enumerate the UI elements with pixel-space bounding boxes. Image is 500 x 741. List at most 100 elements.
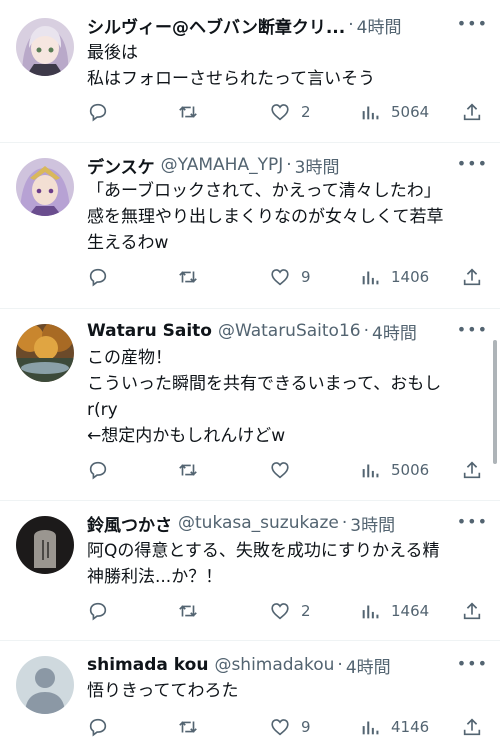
display-name[interactable]: デンスケ [87,153,155,178]
retweet-icon [179,106,197,118]
tweet-actions: 9 4146 [87,713,488,741]
heart-icon [271,104,289,121]
tweet-text-line: 「あーブロックされて、かえって清々したわ」 [87,181,441,201]
retweet-button[interactable] [177,98,209,126]
share-button[interactable] [461,713,483,741]
retweet-button[interactable] [177,713,209,741]
views-button[interactable]: 5006 [359,456,429,484]
share-button[interactable] [461,456,483,484]
views-bar-chart-icon [362,464,379,478]
views-button[interactable]: 1464 [359,597,429,625]
display-name[interactable]: shimada kou [87,655,208,675]
like-count: 2 [301,602,311,620]
more-options-icon[interactable]: ••• [457,654,488,673]
reply-icon [89,268,107,287]
tweet-text: この産物！ こういった瞬間を共有できるいまって、おもし r(ry ←想定内かもし… [87,345,486,449]
tweet-text: 「あーブロックされて、かえって清々したわ」 感を無理やり出しまくりなのが女々しく… [87,178,486,256]
retweet-icon [179,721,197,733]
user-handle[interactable]: @shimadakou [214,655,334,675]
tweet[interactable]: shimada kou @shimadakou · 4時間 ••• 悟りきってて… [0,640,500,737]
timestamp[interactable]: 4時間 [357,13,402,38]
view-count: 4146 [391,718,430,736]
share-icon [463,461,481,479]
retweet-button[interactable] [177,263,209,291]
reply-button[interactable] [87,456,119,484]
share-button[interactable] [461,263,483,291]
like-button[interactable]: 9 [269,713,311,741]
views-button[interactable]: 4146 [359,713,429,741]
more-options-icon[interactable]: ••• [457,512,488,531]
reply-button[interactable] [87,713,119,741]
view-count: 5064 [391,103,430,121]
like-button[interactable] [269,456,301,484]
timestamp[interactable]: 4時間 [346,653,391,678]
tweet[interactable]: シルヴィー@ヘブバン断章クリ... · 4時間 ••• 最後は 私はフォローさせ… [0,0,500,143]
avatar[interactable] [16,324,74,382]
like-button[interactable]: 2 [269,597,311,625]
reply-button[interactable] [87,263,119,291]
separator-dot: · [341,513,348,533]
avatar[interactable] [16,656,74,714]
reply-icon [89,602,107,621]
view-count: 1464 [391,602,430,620]
tweet[interactable]: Wataru Saito @WataruSaito16 · 4時間 ••• この… [0,308,500,501]
avatar[interactable] [16,18,74,76]
tweet-text-line: 生えるわw [87,233,169,253]
tweet-header: Wataru Saito @WataruSaito16 · 4時間 [87,318,488,344]
tweet-text-line: 私はフォローさせられたって言いそう [87,69,376,89]
tweet[interactable]: 鈴風つかさ @tukasa_suzukaze · 3時間 ••• 阿Qの得意とす… [0,500,500,641]
tweet-text-line: 感を無理やり出しまくりなのが女々しくて若草 [87,207,444,227]
tweet-actions: 2 5064 [87,98,488,126]
reply-button[interactable] [87,597,119,625]
display-name[interactable]: Wataru Saito [87,321,212,341]
reply-button[interactable] [87,98,119,126]
more-options-icon[interactable]: ••• [457,14,488,33]
user-handle[interactable]: @YAMAHA_YPJ [161,155,284,175]
display-name[interactable]: 鈴風つかさ [87,511,172,536]
tweet-text-line: こういった瞬間を共有できるいまって、おもし [87,374,442,394]
timestamp[interactable]: 3時間 [295,153,340,178]
views-bar-chart-icon [362,271,379,285]
tweet-text: 阿Qの得意とする、失敗を成功にすりかえる精 神勝利法...か？！ [87,538,486,590]
tweet-text-line: r(ry [87,400,118,420]
like-count: 9 [301,718,311,736]
separator-dot: · [286,155,292,175]
tweet-actions: 5006 [87,456,488,484]
share-button[interactable] [461,597,483,625]
tweet-text-line: 阿Qの得意とする、失敗を成功にすりかえる精 [87,541,440,561]
like-button[interactable]: 9 [269,263,311,291]
heart-icon [271,603,289,620]
more-options-icon[interactable]: ••• [457,154,488,173]
tweet-text: 最後は 私はフォローさせられたって言いそう [87,40,486,92]
tweet[interactable]: デンスケ @YAMAHA_YPJ · 3時間 ••• 「あーブロックされて、かえ… [0,142,500,309]
reply-icon [89,718,107,737]
views-bar-chart-icon [362,721,379,735]
display-name[interactable]: シルヴィー@ヘブバン断章クリ... [87,13,345,38]
like-button[interactable]: 2 [269,98,311,126]
retweet-button[interactable] [177,597,209,625]
share-icon [463,103,481,121]
view-count: 5006 [391,461,430,479]
avatar[interactable] [16,516,74,574]
more-options-icon[interactable]: ••• [457,320,488,339]
tweet-text-line: 最後は [87,43,138,63]
separator-dot: · [348,15,354,35]
timestamp[interactable]: 4時間 [372,319,417,344]
retweet-button[interactable] [177,456,209,484]
reply-icon [89,103,107,122]
view-count: 1406 [391,268,430,286]
tweet-actions: 9 1406 [87,263,488,291]
avatar[interactable] [16,158,74,216]
heart-icon [271,269,289,286]
tweet-text-line: 神勝利法...か？！ [87,567,223,587]
tweet-text-line: 悟りきっててわろた [87,681,239,701]
share-button[interactable] [461,98,483,126]
tweet-header: shimada kou @shimadakou · 4時間 [87,652,488,678]
user-handle[interactable]: @tukasa_suzukaze [178,513,339,533]
scrollbar[interactable] [493,340,497,464]
views-button[interactable]: 5064 [359,98,429,126]
tweet-text: 悟りきっててわろた [87,678,486,704]
user-handle[interactable]: @WataruSaito16 [218,321,361,341]
timestamp[interactable]: 3時間 [350,511,395,536]
views-button[interactable]: 1406 [359,263,429,291]
